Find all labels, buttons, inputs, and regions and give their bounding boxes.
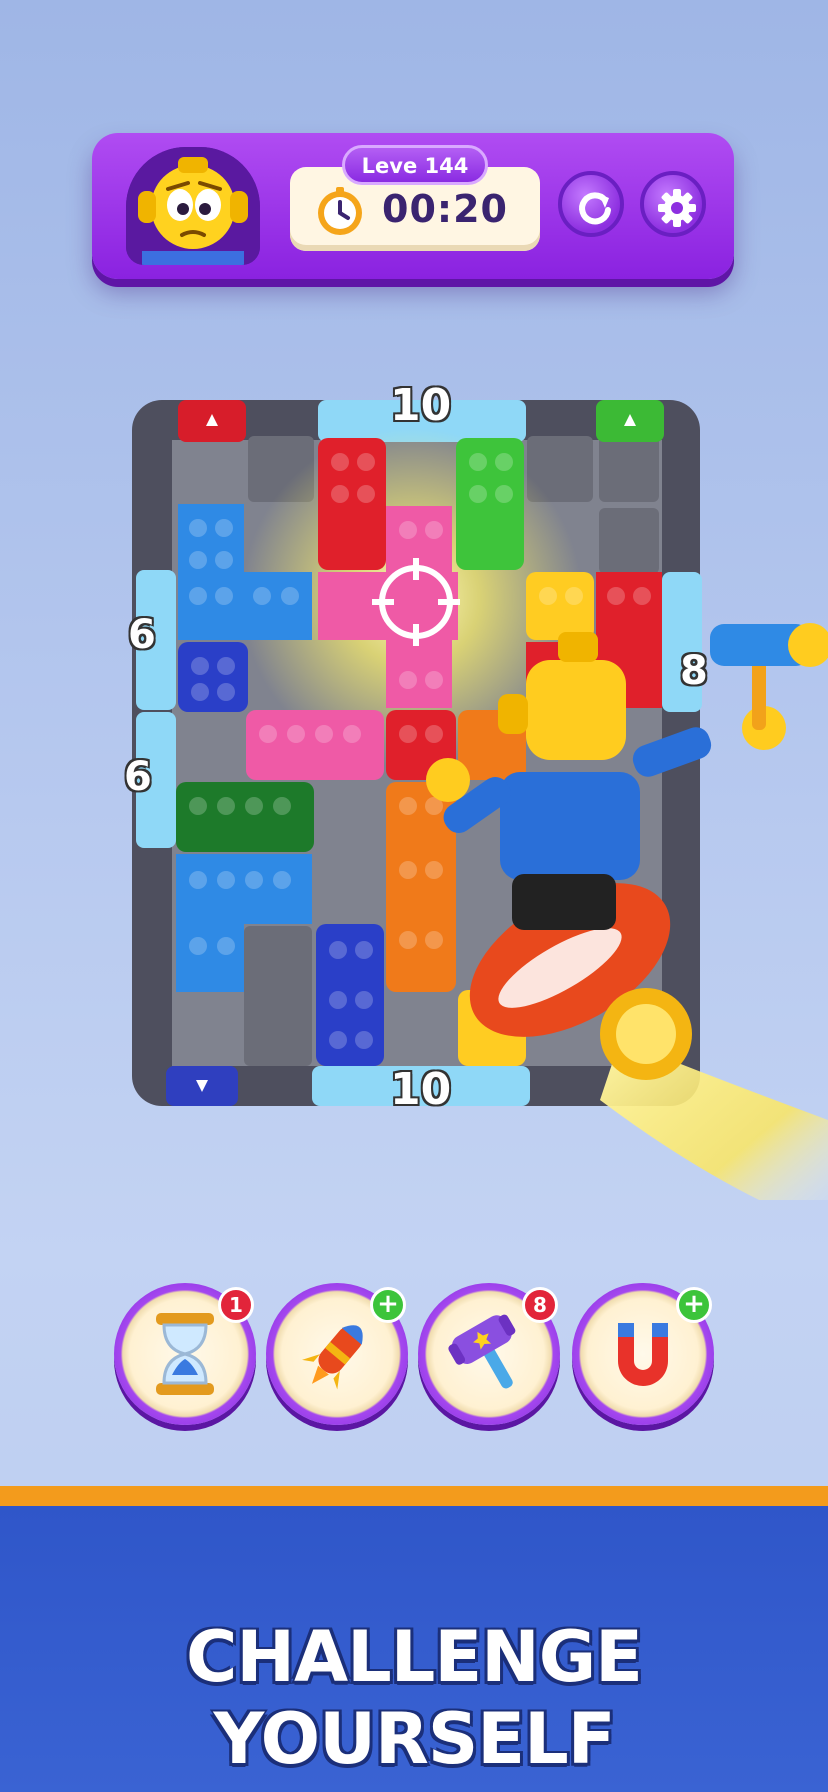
magnet-add-badge: + [676,1287,712,1323]
hourglass-icon [156,1313,214,1395]
magnet-icon [618,1323,668,1386]
hourglass-booster-button[interactable]: 1 [114,1283,256,1425]
rocket-booster-button[interactable]: + [266,1283,408,1425]
hammer-booster-button[interactable]: 8 [418,1283,560,1425]
hourglass-badge: 1 [218,1287,254,1323]
promo-banner: CHALLENGE YOURSELF [0,1486,828,1792]
left-bottom-gate-count: 6 [124,754,152,800]
left-top-gate-count: 6 [128,612,156,658]
puzzle-board-area: 10 10 6 6 8 [0,0,828,1200]
rocket-add-badge: + [370,1287,406,1323]
hammer-badge: 8 [522,1287,558,1323]
top-gate-count: 10 [390,380,452,431]
puzzle-board [132,400,828,1200]
rocket-icon [302,1325,363,1390]
magnet-booster-button[interactable]: + [572,1283,714,1425]
banner-headline: CHALLENGE YOURSELF [185,1616,643,1780]
right-gate-count: 8 [680,648,708,694]
bottom-gate-count: 10 [390,1064,452,1115]
hammer-icon [448,1314,516,1389]
